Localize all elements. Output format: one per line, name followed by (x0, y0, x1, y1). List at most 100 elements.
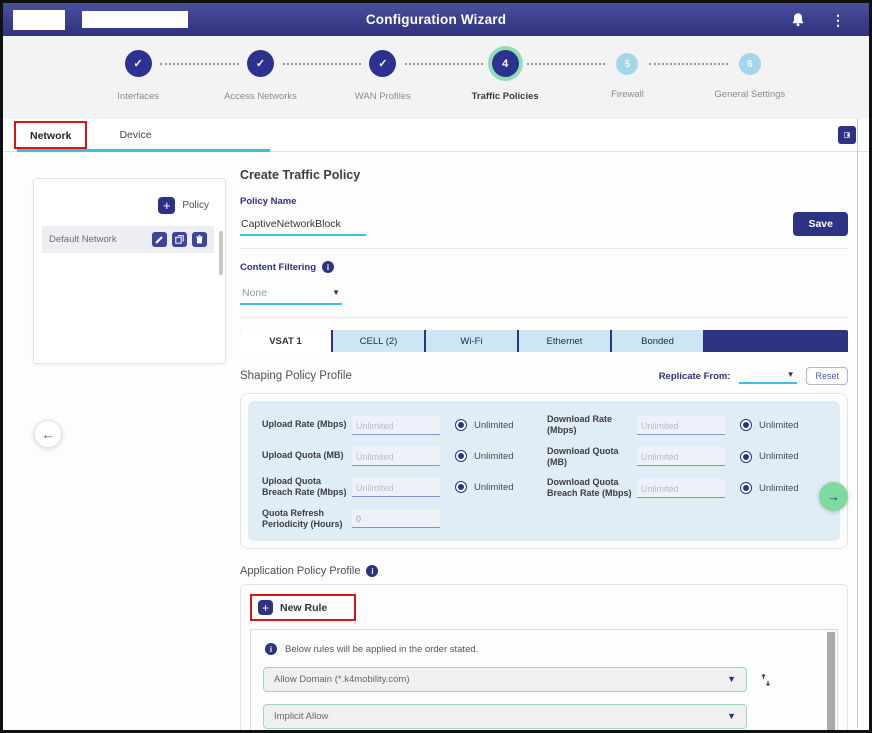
step-label: Firewall (611, 89, 644, 100)
tab-device[interactable]: Device (119, 129, 151, 141)
policy-name-input[interactable] (240, 214, 366, 236)
notifications-bell-icon[interactable] (791, 12, 805, 27)
unlimited-radio[interactable] (455, 481, 467, 493)
replicate-from-select[interactable]: ▼ (739, 368, 797, 384)
kebab-menu-icon[interactable]: ⋮ (831, 13, 845, 27)
caret-down-icon: ▼ (727, 712, 736, 721)
logo-placeholder-small (13, 10, 65, 30)
wan-tab-cell[interactable]: CELL (2) (333, 330, 426, 352)
unlimited-radio[interactable] (740, 451, 752, 463)
list-item-default-network[interactable]: Default Network (42, 226, 214, 253)
rules-scrollbar-track (828, 631, 836, 733)
step-access-networks[interactable]: ✓ Access Networks (199, 50, 321, 119)
policy-name-row: Save (240, 212, 848, 236)
wan-tab-bonded[interactable]: Bonded (612, 330, 705, 352)
edit-button[interactable] (152, 232, 167, 247)
policy-item-actions (152, 232, 207, 247)
field-label: Upload Quota (MB) (262, 450, 352, 461)
delete-button[interactable] (192, 232, 207, 247)
field-upload-quota: Upload Quota (MB) Unlimited (262, 445, 539, 467)
page-scrollbar[interactable] (857, 119, 858, 728)
upload-quota-input[interactable] (352, 447, 440, 466)
reset-button[interactable]: Reset (806, 367, 848, 385)
field-download-quota: Download Quota (MB) Unlimited (547, 446, 824, 469)
edit-icon (155, 235, 164, 244)
wizard-stepper: ✓ Interfaces ✓ Access Networks ✓ WAN Pro… (3, 36, 869, 119)
wizard-back-button[interactable]: ← (34, 420, 62, 448)
unlimited-radio[interactable] (740, 419, 752, 431)
radio-label: Unlimited (759, 483, 799, 494)
active-tab-underline (17, 149, 270, 152)
policy-list-scrollbar[interactable] (219, 231, 223, 275)
info-icon[interactable]: i (322, 261, 334, 273)
radio-label: Unlimited (759, 451, 799, 462)
view-tabbar: Network Device (3, 119, 869, 152)
download-quota-input[interactable] (637, 447, 725, 466)
copy-button[interactable] (172, 232, 187, 247)
wan-tab-ethernet[interactable]: Ethernet (519, 330, 612, 352)
collapse-panel-button[interactable] (838, 126, 856, 144)
arrow-left-icon: ← (42, 427, 55, 442)
wizard-next-button[interactable]: → (819, 482, 848, 511)
field-label: Upload Rate (Mbps) (262, 419, 352, 430)
tab-network[interactable]: Network (30, 130, 71, 142)
reorder-icon[interactable] (760, 673, 772, 687)
caret-down-icon: ▼ (787, 371, 795, 379)
appbar-actions: ⋮ (791, 12, 869, 27)
divider (240, 317, 848, 318)
field-label: Download Quota Breach Rate (Mbps) (547, 477, 637, 500)
download-breach-rate-input[interactable] (637, 479, 725, 498)
download-column: Download Rate (Mbps) Unlimited Download … (547, 414, 824, 539)
field-download-rate: Download Rate (Mbps) Unlimited (547, 414, 824, 437)
step-number: 5 (616, 53, 638, 75)
rule-select-implicit-allow[interactable]: Implicit Allow ▼ (263, 704, 747, 729)
unlimited-radio[interactable] (455, 419, 467, 431)
content-filtering-label: Content Filtering (240, 262, 316, 273)
upload-rate-input[interactable] (352, 416, 440, 435)
shaping-card: Upload Rate (Mbps) Unlimited Upload Quot… (240, 393, 848, 549)
content-filtering-select[interactable]: None ▼ (240, 282, 342, 305)
radio-label: Unlimited (474, 420, 514, 431)
step-wan-profiles[interactable]: ✓ WAN Profiles (322, 50, 444, 119)
field-label: Download Quota (MB) (547, 446, 637, 469)
shaping-panel: Upload Rate (Mbps) Unlimited Upload Quot… (248, 401, 840, 541)
field-upload-rate: Upload Rate (Mbps) Unlimited (262, 414, 539, 436)
step-firewall[interactable]: 5 Firewall (566, 50, 688, 119)
step-label: WAN Profiles (355, 91, 411, 102)
wan-tab-wifi[interactable]: Wi-Fi (426, 330, 519, 352)
check-icon: ✓ (369, 50, 396, 77)
shaping-header: Shaping Policy Profile Replicate From: ▼… (240, 367, 848, 385)
new-rule-label: New Rule (280, 602, 327, 614)
upload-breach-rate-input[interactable] (352, 478, 440, 497)
panel-icon (844, 130, 850, 140)
step-interfaces[interactable]: ✓ Interfaces (77, 50, 199, 119)
arrow-right-icon: → (827, 489, 840, 504)
unlimited-radio[interactable] (455, 450, 467, 462)
application-policy-card: + New Rule i Below rules will be applied… (240, 584, 848, 733)
content-filtering-value: None (242, 287, 267, 299)
radio-label: Unlimited (474, 482, 514, 493)
step-traffic-policies[interactable]: 4 Traffic Policies (444, 50, 566, 119)
quota-refresh-input[interactable] (352, 509, 440, 528)
app-bar: Configuration Wizard ⋮ (3, 3, 869, 36)
app-window: Configuration Wizard ⋮ ✓ Interfaces ✓ Ac… (0, 0, 872, 733)
page-title: Create Traffic Policy (240, 168, 848, 182)
rule-select-allow-domain[interactable]: Allow Domain (*.k4mobility.com) ▼ (263, 667, 747, 692)
new-rule-button[interactable]: + New Rule (258, 600, 327, 615)
check-icon: ✓ (247, 50, 274, 77)
traffic-policy-form: Create Traffic Policy Policy Name Save C… (240, 152, 848, 733)
step-label: Traffic Policies (472, 91, 539, 102)
rules-info-row: i Below rules will be applied in the ord… (265, 643, 825, 655)
download-rate-input[interactable] (637, 416, 725, 435)
step-general-settings[interactable]: 6 General Settings (689, 50, 811, 119)
rules-panel: i Below rules will be applied in the ord… (250, 629, 838, 733)
wan-tab-vsat1[interactable]: VSAT 1 (240, 330, 333, 352)
rules-scrollbar-thumb[interactable] (827, 632, 835, 733)
save-button-top[interactable]: Save (793, 212, 848, 236)
add-policy-button[interactable]: + Policy (42, 185, 217, 226)
info-icon[interactable]: i (366, 565, 378, 577)
field-upload-breach-rate: Upload Quota Breach Rate (Mbps) Unlimite… (262, 476, 539, 499)
unlimited-radio[interactable] (740, 482, 752, 494)
new-rule-annotation-box: + New Rule (250, 594, 356, 621)
step-number: 6 (739, 53, 761, 75)
